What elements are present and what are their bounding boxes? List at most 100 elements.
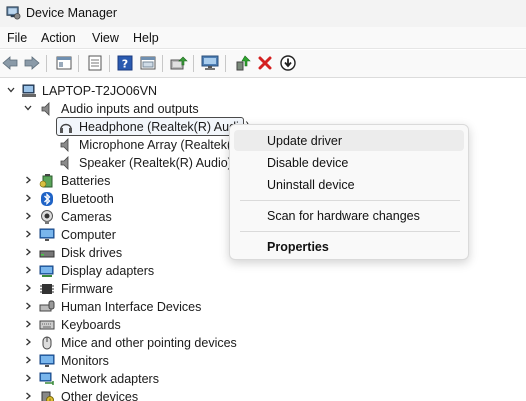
uninstall-device-button[interactable] xyxy=(255,53,275,73)
toolbar-separator xyxy=(225,55,226,72)
expand-chevron-icon[interactable] xyxy=(22,282,34,294)
update-driver-label: Update driver xyxy=(267,134,343,148)
disable-device-button[interactable] xyxy=(278,53,298,73)
expand-chevron-icon[interactable] xyxy=(22,390,34,401)
uninstall-icon xyxy=(258,56,272,70)
expand-chevron-icon[interactable] xyxy=(22,318,34,330)
expand-chevron-icon[interactable] xyxy=(22,300,34,312)
speaker-icon xyxy=(60,138,69,152)
menu-action[interactable]: Action xyxy=(41,31,76,45)
menu-help[interactable]: Help xyxy=(133,31,159,45)
disable-device-label: Disable device xyxy=(267,156,349,170)
device-manager-icon xyxy=(6,6,21,20)
toolbar-separator xyxy=(193,55,194,72)
scan-hardware-button[interactable] xyxy=(200,53,220,73)
tree-category-label: Other devices xyxy=(61,390,139,401)
expand-chevron-icon[interactable] xyxy=(22,228,34,240)
tree-category-label: Computer xyxy=(61,228,116,242)
monitor-icon xyxy=(39,228,55,241)
scan-hardware-icon xyxy=(201,55,219,70)
tree-category-label: Audio inputs and outputs xyxy=(61,102,199,116)
menu-separator xyxy=(240,200,460,201)
list-view-icon xyxy=(88,55,102,71)
uninstall-device-menu-item[interactable]: Uninstall device xyxy=(234,174,464,195)
menu-bar: File Action View Help xyxy=(0,27,526,49)
tree-category-network-adapters[interactable]: Network adapters xyxy=(0,370,526,388)
toolbar-separator xyxy=(109,55,110,72)
update-driver-menu-item[interactable]: Update driver xyxy=(234,130,464,151)
tree-category-label: Keyboards xyxy=(61,318,121,332)
window-title: Device Manager xyxy=(26,6,118,20)
other-devices-icon: ! xyxy=(41,391,54,401)
monitor-icon xyxy=(39,354,55,367)
expand-chevron-icon[interactable] xyxy=(22,174,34,186)
context-menu: Update driver Disable device Uninstall d… xyxy=(229,124,469,260)
svg-text:?: ? xyxy=(122,58,128,71)
menu-view[interactable]: View xyxy=(92,31,119,45)
tree-category-label: Human Interface Devices xyxy=(61,300,202,314)
network-adapter-icon xyxy=(39,372,54,385)
expand-chevron-icon[interactable] xyxy=(22,210,34,222)
tree-category-label: Disk drives xyxy=(61,246,123,260)
expand-chevron-icon[interactable] xyxy=(22,264,34,276)
speaker-icon xyxy=(60,156,69,170)
tree-root[interactable]: LAPTOP-T2JO06VN xyxy=(0,82,526,100)
menu-file[interactable]: File xyxy=(7,31,27,45)
tree-category-firmware[interactable]: Firmware xyxy=(0,280,526,298)
tree-category-label: Firmware xyxy=(61,282,114,296)
forward-icon xyxy=(24,56,40,70)
help-icon: ? xyxy=(117,55,133,71)
tree-category-label: Cameras xyxy=(61,210,112,224)
menu-separator xyxy=(240,231,460,232)
expand-chevron-icon[interactable] xyxy=(22,246,34,258)
toolbar: ? xyxy=(0,50,526,78)
uninstall-device-label: Uninstall device xyxy=(267,178,355,192)
tree-category-mice[interactable]: Mice and other pointing devices xyxy=(0,334,526,352)
speaker-icon xyxy=(41,102,50,116)
camera-icon xyxy=(41,210,53,224)
tree-category-monitors[interactable]: Monitors xyxy=(0,352,526,370)
mouse-icon xyxy=(42,336,52,350)
tree-category-keyboards[interactable]: Keyboards xyxy=(0,316,526,334)
expand-chevron-icon[interactable] xyxy=(22,354,34,366)
keyboard-icon xyxy=(39,320,55,330)
tree-category-label: Bluetooth xyxy=(61,192,114,206)
toolbar-separator xyxy=(46,55,47,72)
firmware-chip-icon xyxy=(40,284,54,294)
update-driver-button[interactable] xyxy=(169,53,189,73)
battery-icon xyxy=(39,174,53,188)
disable-device-icon xyxy=(280,55,296,71)
collapse-chevron-icon[interactable] xyxy=(22,102,34,114)
update-driver-icon xyxy=(170,56,188,70)
enable-device-button[interactable] xyxy=(233,53,253,73)
tree-device-label: Speaker (Realtek(R) Audio) xyxy=(79,156,232,170)
expand-chevron-icon[interactable] xyxy=(22,336,34,348)
back-icon xyxy=(2,56,18,70)
list-view-button[interactable] xyxy=(85,53,105,73)
toolbar-separator xyxy=(78,55,79,72)
bluetooth-icon xyxy=(41,192,53,206)
toolbar-separator xyxy=(162,55,163,72)
expand-chevron-icon[interactable] xyxy=(22,372,34,384)
forward-button[interactable] xyxy=(22,53,42,73)
collapse-chevron-icon[interactable] xyxy=(5,84,17,96)
tree-category-other-devices[interactable]: ! Other devices xyxy=(0,388,526,401)
tree-category-label: Network adapters xyxy=(61,372,159,386)
help-button[interactable]: ? xyxy=(115,53,135,73)
disable-device-menu-item[interactable]: Disable device xyxy=(234,152,464,173)
scan-hardware-label: Scan for hardware changes xyxy=(267,209,420,223)
properties-pane-icon xyxy=(56,56,72,70)
view-toggle-icon xyxy=(140,56,156,70)
tree-category-display-adapters[interactable]: Display adapters xyxy=(0,262,526,280)
tree-category-hid[interactable]: Human Interface Devices xyxy=(0,298,526,316)
properties-menu-item[interactable]: Properties xyxy=(234,236,464,257)
expand-chevron-icon[interactable] xyxy=(22,192,34,204)
headphone-icon xyxy=(60,123,72,133)
tree-category-audio[interactable]: Audio inputs and outputs xyxy=(0,100,526,118)
tree-category-label: Display adapters xyxy=(61,264,155,278)
back-button[interactable] xyxy=(0,53,20,73)
view-toggle-button[interactable] xyxy=(138,53,158,73)
scan-hardware-menu-item[interactable]: Scan for hardware changes xyxy=(234,205,464,226)
properties-pane-button[interactable] xyxy=(54,53,74,73)
hid-icon xyxy=(39,300,55,312)
